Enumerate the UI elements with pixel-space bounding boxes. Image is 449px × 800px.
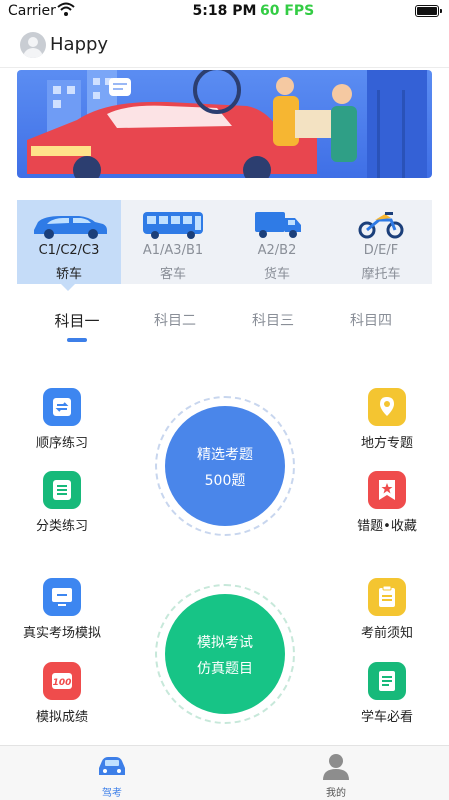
vehicle-code: C1/C2/C3 <box>38 243 100 258</box>
vehicle-tab-bus[interactable]: A1/A3/B1 客车 <box>121 200 225 284</box>
vehicle-code: D/E/F <box>363 243 399 258</box>
car-icon <box>17 208 121 240</box>
feature-label: 错题•收藏 <box>357 519 417 534</box>
location-pin-icon <box>368 388 406 426</box>
circle-subtitle: 仿真题目 <box>197 661 253 677</box>
circle-title: 模拟考试 <box>197 635 253 651</box>
vehicle-tab-car[interactable]: C1/C2/C3 轿车 <box>17 200 121 284</box>
vehicle-code: A1/A3/B1 <box>142 243 204 258</box>
feature-label: 顺序练习 <box>35 436 88 451</box>
motorcycle-icon <box>329 208 433 240</box>
vehicle-type-tabs: C1/C2/C3 轿车 A1/A3/B1 客车 A2/B2 货车 D/E/F 摩… <box>17 200 432 284</box>
monitor-icon <box>43 578 81 616</box>
feature-label: 模拟成绩 <box>35 710 88 725</box>
active-tab-pointer <box>61 284 75 291</box>
tab-subject-one[interactable]: 科目一 <box>32 310 122 331</box>
nav-item-driving-test[interactable]: 驾考 <box>0 746 224 800</box>
avatar[interactable] <box>20 32 46 58</box>
bookmark-star-icon <box>368 471 406 509</box>
banner-illustration <box>27 70 427 178</box>
vehicle-tab-truck[interactable]: A2/B2 货车 <box>225 200 329 284</box>
status-bar: Carrier 5:18 PM 60 FPS <box>0 0 449 22</box>
circle-subtitle: 500题 <box>204 473 246 489</box>
feature-label: 学车必看 <box>360 710 413 725</box>
promo-banner[interactable] <box>17 70 432 178</box>
feature-label: 考前须知 <box>360 626 413 641</box>
battery-icon <box>415 5 442 17</box>
clipboard-icon <box>368 578 406 616</box>
nav-label: 我的 <box>326 788 346 799</box>
tab-subject-two[interactable]: 科目二 <box>130 310 220 330</box>
fps-counter: 60 FPS <box>260 3 315 19</box>
user-name: Happy <box>50 34 109 55</box>
bus-icon <box>121 208 225 240</box>
feature-label: 地方专题 <box>360 436 413 451</box>
svg-text:100: 100 <box>53 678 72 688</box>
selected-questions-button[interactable]: 精选考题 500题 <box>165 406 285 526</box>
feature-label: 真实考场模拟 <box>22 626 101 641</box>
feature-label: 分类练习 <box>35 519 88 534</box>
tab-subject-three[interactable]: 科目三 <box>228 310 318 330</box>
person-icon <box>320 752 352 780</box>
practice-circle-ring: 精选考题 500题 <box>155 396 295 536</box>
mock-exam-button[interactable]: 模拟考试 仿真题目 <box>165 594 285 714</box>
car-nav-icon <box>96 752 128 780</box>
nav-label: 驾考 <box>102 788 122 799</box>
document-icon <box>368 662 406 700</box>
active-subject-indicator <box>67 338 87 342</box>
category-list-icon <box>43 471 81 509</box>
vehicle-name: 客车 <box>159 267 186 282</box>
circle-title: 精选考题 <box>197 447 253 463</box>
app-header: Happy <box>0 26 449 68</box>
vehicle-code: A2/B2 <box>257 243 297 258</box>
tab-subject-four[interactable]: 科目四 <box>326 310 416 330</box>
clock: 5:18 PM <box>192 3 257 19</box>
vehicle-name: 摩托车 <box>361 267 401 282</box>
bottom-nav: 驾考 我的 <box>0 745 449 800</box>
score-100-icon: 100 <box>43 662 81 700</box>
sequential-icon <box>43 388 81 426</box>
vehicle-name: 货车 <box>263 267 290 282</box>
vehicle-name: 轿车 <box>55 267 82 282</box>
truck-icon <box>225 208 329 240</box>
nav-item-mine[interactable]: 我的 <box>224 746 448 800</box>
exam-circle-ring: 模拟考试 仿真题目 <box>155 584 295 724</box>
vehicle-tab-motorcycle[interactable]: D/E/F 摩托车 <box>329 200 433 284</box>
